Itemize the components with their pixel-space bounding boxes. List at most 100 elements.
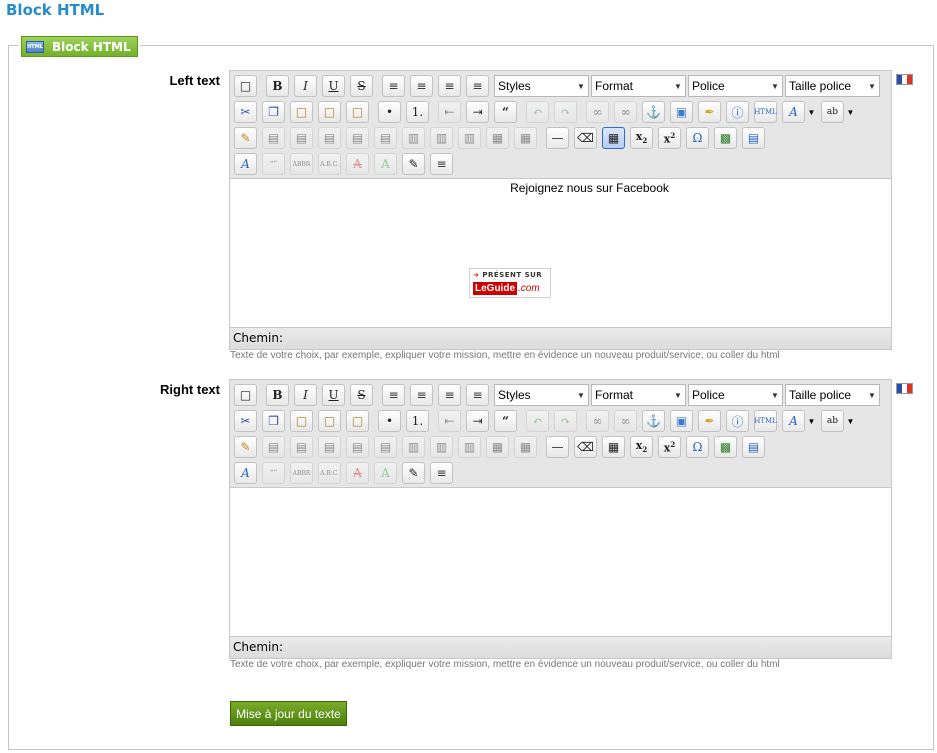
font-select[interactable]: Police ▼ bbox=[688, 384, 783, 406]
remove-format-icon[interactable]: ⌫ bbox=[574, 127, 597, 149]
deletion-icon[interactable]: A bbox=[346, 153, 369, 175]
visual-chars-icon[interactable]: ≡ bbox=[430, 153, 453, 175]
delete-row-icon[interactable]: ▤ bbox=[374, 436, 397, 458]
insert-row-after-icon[interactable]: ▤ bbox=[346, 127, 369, 149]
align-justify-icon[interactable]: ≡ bbox=[466, 75, 489, 97]
italic-icon[interactable]: I bbox=[294, 75, 317, 97]
horizontal-rule-icon[interactable]: — bbox=[546, 127, 569, 149]
paste-icon[interactable]: □ bbox=[290, 101, 313, 123]
blockquote-icon[interactable]: “ bbox=[494, 101, 517, 123]
link-icon[interactable]: ∞ bbox=[586, 410, 609, 432]
remove-format-icon[interactable]: ⌫ bbox=[574, 436, 597, 458]
anchor-icon[interactable]: ⚓ bbox=[642, 410, 665, 432]
highlight-color-icon[interactable]: ab bbox=[821, 101, 844, 123]
visual-chars-icon[interactable]: ≡ bbox=[430, 462, 453, 484]
paste-text-icon[interactable]: □ bbox=[318, 101, 341, 123]
table-cell-props-icon[interactable]: ▤ bbox=[290, 127, 313, 149]
strikethrough-icon[interactable]: S bbox=[350, 75, 373, 97]
attributes-icon[interactable]: ✎ bbox=[402, 462, 425, 484]
new-document-icon[interactable]: □ bbox=[234, 384, 257, 406]
insert-row-after-icon[interactable]: ▤ bbox=[346, 436, 369, 458]
font-select[interactable]: Police ▼ bbox=[688, 75, 783, 97]
bold-icon[interactable]: B bbox=[266, 75, 289, 97]
align-left-icon[interactable]: ≡ bbox=[382, 384, 405, 406]
copy-icon[interactable]: ❐ bbox=[262, 101, 285, 123]
insert-col-before-icon[interactable]: ▥ bbox=[402, 436, 425, 458]
edit-css-icon[interactable]: ✎ bbox=[234, 436, 257, 458]
template-icon[interactable]: ▤ bbox=[742, 127, 765, 149]
help-icon[interactable]: ⓘ bbox=[726, 410, 749, 432]
image-icon[interactable]: ▣ bbox=[670, 101, 693, 123]
insert-table-icon[interactable]: ▦ bbox=[602, 127, 625, 149]
styles-select[interactable]: Styles ▼ bbox=[494, 384, 589, 406]
align-center-icon[interactable]: ≡ bbox=[410, 384, 433, 406]
superscript-icon[interactable]: x2 bbox=[658, 127, 681, 149]
special-char-icon[interactable]: Ω bbox=[686, 436, 709, 458]
align-center-icon[interactable]: ≡ bbox=[410, 75, 433, 97]
chevron-down-icon[interactable]: ▼ bbox=[806, 410, 817, 432]
insert-row-before-icon[interactable]: ▤ bbox=[318, 127, 341, 149]
font-size-select[interactable]: Taille police ▼ bbox=[785, 75, 880, 97]
horizontal-rule-icon[interactable]: — bbox=[546, 436, 569, 458]
unlink-icon[interactable]: ∞ bbox=[614, 410, 637, 432]
redo-icon[interactable]: ↷ bbox=[554, 410, 577, 432]
editor-content-area[interactable]: Rejoignez nous sur Facebook ➜ PRÉSENT SUR… bbox=[230, 178, 891, 328]
delete-col-icon[interactable]: ▥ bbox=[458, 436, 481, 458]
insert-col-after-icon[interactable]: ▥ bbox=[430, 127, 453, 149]
unlink-icon[interactable]: ∞ bbox=[614, 101, 637, 123]
insertion-icon[interactable]: A bbox=[374, 153, 397, 175]
merge-cells-icon[interactable]: ▦ bbox=[514, 127, 537, 149]
image-icon[interactable]: ▣ bbox=[670, 410, 693, 432]
media-icon[interactable]: ▩ bbox=[714, 436, 737, 458]
paste-word-icon[interactable]: □ bbox=[346, 101, 369, 123]
bullet-list-icon[interactable]: • bbox=[378, 101, 401, 123]
paste-icon[interactable]: □ bbox=[290, 410, 313, 432]
align-right-icon[interactable]: ≡ bbox=[438, 75, 461, 97]
paste-text-icon[interactable]: □ bbox=[318, 410, 341, 432]
link-icon[interactable]: ∞ bbox=[586, 101, 609, 123]
special-char-icon[interactable]: Ω bbox=[686, 127, 709, 149]
align-left-icon[interactable]: ≡ bbox=[382, 75, 405, 97]
update-text-button[interactable]: Mise à jour du texte bbox=[230, 701, 347, 726]
undo-icon[interactable]: ↶ bbox=[526, 410, 549, 432]
copy-icon[interactable]: ❐ bbox=[262, 410, 285, 432]
bold-icon[interactable]: B bbox=[266, 384, 289, 406]
delete-col-icon[interactable]: ▥ bbox=[458, 127, 481, 149]
numbered-list-icon[interactable]: 1. bbox=[406, 410, 429, 432]
indent-icon[interactable]: ⇥ bbox=[466, 410, 489, 432]
styles-props-icon[interactable]: A bbox=[234, 462, 257, 484]
bullet-list-icon[interactable]: • bbox=[378, 410, 401, 432]
attributes-icon[interactable]: ✎ bbox=[402, 153, 425, 175]
media-icon[interactable]: ▩ bbox=[714, 127, 737, 149]
italic-icon[interactable]: I bbox=[294, 384, 317, 406]
insert-col-before-icon[interactable]: ▥ bbox=[402, 127, 425, 149]
acronym-icon[interactable]: A.B.C. bbox=[318, 462, 341, 484]
subscript-icon[interactable]: x2 bbox=[630, 436, 653, 458]
table-row-props-icon[interactable]: ▤ bbox=[262, 127, 285, 149]
help-icon[interactable]: ⓘ bbox=[726, 101, 749, 123]
outdent-icon[interactable]: ⇤ bbox=[438, 410, 461, 432]
flag-fr-icon[interactable] bbox=[896, 383, 913, 394]
chevron-down-icon[interactable]: ▼ bbox=[806, 101, 817, 123]
insert-table-icon[interactable]: ▦ bbox=[602, 436, 625, 458]
cut-icon[interactable]: ✂ bbox=[234, 101, 257, 123]
text-color-icon[interactable]: A bbox=[782, 410, 805, 432]
strikethrough-icon[interactable]: S bbox=[350, 384, 373, 406]
underline-icon[interactable]: U bbox=[322, 75, 345, 97]
styles-select[interactable]: Styles ▼ bbox=[494, 75, 589, 97]
format-select[interactable]: Format ▼ bbox=[591, 384, 686, 406]
underline-icon[interactable]: U bbox=[322, 384, 345, 406]
cleanup-icon[interactable]: ✒ bbox=[698, 101, 721, 123]
insert-row-before-icon[interactable]: ▤ bbox=[318, 436, 341, 458]
flag-fr-icon[interactable] bbox=[896, 74, 913, 85]
new-document-icon[interactable]: □ bbox=[234, 75, 257, 97]
align-right-icon[interactable]: ≡ bbox=[438, 384, 461, 406]
insert-col-after-icon[interactable]: ▥ bbox=[430, 436, 453, 458]
cite-icon[interactable]: “” bbox=[262, 462, 285, 484]
blockquote-icon[interactable]: “ bbox=[494, 410, 517, 432]
chevron-down-icon[interactable]: ▼ bbox=[845, 410, 856, 432]
table-row-props-icon[interactable]: ▤ bbox=[262, 436, 285, 458]
chevron-down-icon[interactable]: ▼ bbox=[845, 101, 856, 123]
indent-icon[interactable]: ⇥ bbox=[466, 101, 489, 123]
insertion-icon[interactable]: A bbox=[374, 462, 397, 484]
